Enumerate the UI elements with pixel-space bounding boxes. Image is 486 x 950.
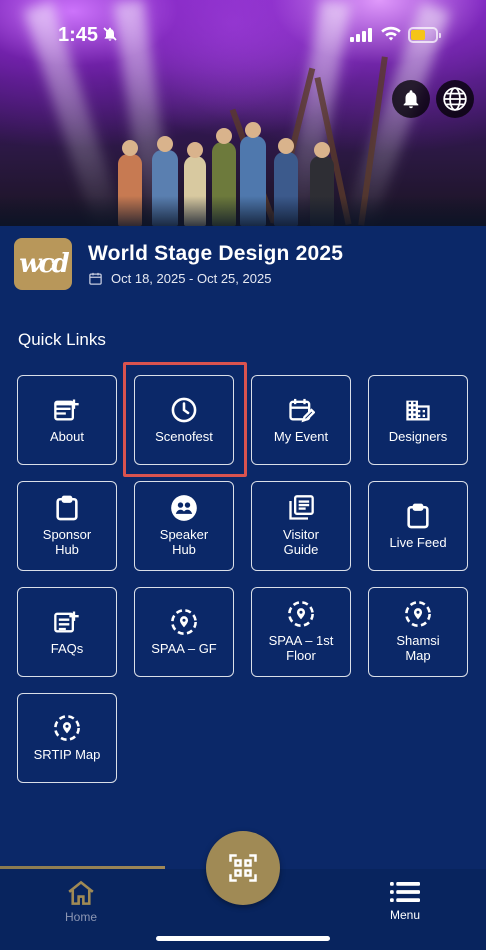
quick-link-visitor-guide[interactable]: Visitor Guide [251, 481, 351, 571]
library-books-icon [287, 494, 315, 522]
group-icon [170, 494, 198, 522]
cellular-signal-icon [350, 28, 372, 42]
header-actions [392, 80, 474, 118]
menu-icon [390, 882, 420, 902]
clipboard-icon [53, 494, 81, 522]
quick-link-faqs[interactable]: FAQs [17, 587, 117, 677]
note-add-icon [53, 396, 81, 424]
calendar-icon [89, 272, 102, 285]
quick-link-spaa-1st-floor[interactable]: SPAA – 1st Floor [251, 587, 351, 677]
event-title: World Stage Design 2025 [88, 242, 344, 265]
clipboard-icon [404, 502, 432, 530]
location-pin-icon [170, 608, 198, 636]
event-dates: Oct 18, 2025 - Oct 25, 2025 [111, 271, 272, 286]
globe-icon [443, 87, 467, 111]
quick-link-shamsi-map[interactable]: Shamsi Map [368, 587, 468, 677]
quick-link-spaa-gf[interactable]: SPAA – GF [134, 587, 234, 677]
battery-icon [408, 27, 441, 43]
event-header: wcd World Stage Design 2025 Oct 18, 2025… [14, 238, 474, 294]
clock-icon [170, 396, 198, 424]
home-indicator [156, 936, 330, 941]
status-time: 1:45 [58, 24, 99, 46]
quick-links-heading: Quick Links [18, 330, 106, 349]
quick-links-grid: About Scenofest My Event Designers Spons… [17, 375, 469, 783]
wifi-icon [380, 26, 402, 47]
quick-link-live-feed[interactable]: Live Feed [368, 481, 468, 571]
event-date-row: Oct 18, 2025 - Oct 25, 2025 [88, 271, 271, 286]
event-logo: wcd [14, 238, 72, 290]
quick-link-sponsor-hub[interactable]: Sponsor Hub [17, 481, 117, 571]
quick-link-about[interactable]: About [17, 375, 117, 465]
note-add-icon [53, 608, 81, 636]
location-pin-icon [404, 600, 432, 628]
nav-home[interactable]: Home [50, 880, 112, 924]
notifications-button[interactable] [392, 80, 430, 118]
quick-link-designers[interactable]: Designers [368, 375, 468, 465]
qr-scan-button[interactable] [206, 831, 280, 905]
bell-off-icon [102, 26, 118, 47]
quick-link-srtip-map[interactable]: SRTIP Map [17, 693, 117, 783]
nav-menu[interactable]: Menu [374, 880, 436, 922]
language-button[interactable] [436, 80, 474, 118]
quick-link-speaker-hub[interactable]: Speaker Hub [134, 481, 234, 571]
status-bar: 1:45 [0, 0, 486, 70]
building-icon [404, 396, 432, 424]
home-icon [68, 880, 94, 905]
quick-link-scenofest[interactable]: Scenofest [134, 375, 234, 465]
qr-code-icon [229, 854, 257, 882]
location-pin-icon [53, 714, 81, 742]
bell-icon [403, 90, 419, 109]
location-pin-icon [287, 600, 315, 628]
quick-link-my-event[interactable]: My Event [251, 375, 351, 465]
calendar-edit-icon [287, 396, 315, 424]
